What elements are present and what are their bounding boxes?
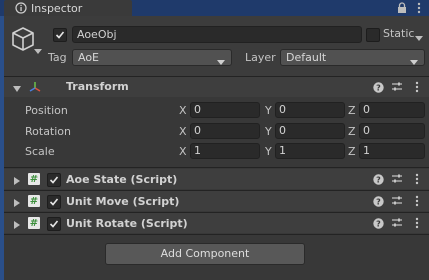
add-component-button[interactable]: Add Component (105, 243, 305, 265)
transform-title: Transform (66, 80, 129, 93)
component-enabled-checkbox[interactable] (47, 173, 61, 187)
scale-x-field[interactable]: 1 (190, 143, 260, 159)
gameobject-cube-icon[interactable] (9, 25, 37, 53)
help-icon[interactable]: ? (372, 173, 384, 185)
rotation-x-axis-label[interactable]: X (179, 125, 187, 138)
foldout-collapsed-icon[interactable] (13, 197, 21, 207)
component-menu-icon[interactable] (411, 217, 423, 229)
position-y-axis-label[interactable]: Y (265, 104, 272, 117)
rotation-y-axis-label[interactable]: Y (265, 125, 272, 138)
foldout-expanded-icon[interactable] (13, 83, 21, 92)
object-name-input[interactable]: AoeObj (72, 26, 362, 43)
component-enabled-checkbox[interactable] (47, 217, 61, 231)
svg-text:?: ? (376, 175, 381, 184)
help-icon[interactable]: ? (372, 195, 384, 207)
rotation-y-field[interactable]: 0 (275, 123, 345, 139)
static-checkbox[interactable] (366, 28, 380, 42)
layer-value: Default (286, 51, 327, 64)
tab-title: Inspector (31, 1, 83, 15)
position-x-axis-label[interactable]: X (179, 104, 187, 117)
chevron-down-icon (410, 55, 418, 70)
component-title: Aoe State (Script) (66, 173, 178, 186)
position-y-field[interactable]: 0 (275, 102, 345, 118)
lock-icon[interactable] (395, 1, 409, 15)
component-menu-icon[interactable] (411, 195, 423, 207)
component-enabled-checkbox[interactable] (47, 195, 61, 209)
info-icon (15, 2, 27, 14)
foldout-collapsed-icon[interactable] (13, 175, 21, 185)
scale-y-axis-label[interactable]: Y (265, 145, 272, 158)
presets-sliders-icon[interactable] (391, 81, 403, 93)
rotation-x-field[interactable]: 0 (190, 123, 260, 139)
rotation-label: Rotation (25, 125, 72, 138)
tag-value: AoE (78, 51, 100, 64)
component-menu-icon[interactable] (411, 81, 423, 93)
scale-z-field[interactable]: 1 (359, 143, 425, 159)
layer-label: Layer (245, 51, 276, 64)
position-z-axis-label[interactable]: Z (348, 104, 356, 117)
static-label: Static (383, 27, 415, 40)
scale-z-axis-label[interactable]: Z (348, 145, 356, 158)
svg-text:?: ? (376, 219, 381, 228)
component-menu-icon[interactable] (411, 173, 423, 185)
rotation-z-axis-label[interactable]: Z (348, 125, 356, 138)
csharp-script-icon: # (28, 173, 40, 185)
presets-sliders-icon[interactable] (391, 195, 403, 207)
scale-x-axis-label[interactable]: X (179, 145, 187, 158)
rotation-z-field[interactable]: 0 (359, 123, 425, 139)
scale-y-field[interactable]: 1 (275, 143, 345, 159)
presets-sliders-icon[interactable] (391, 217, 403, 229)
divider (4, 167, 429, 168)
position-z-field[interactable]: 0 (359, 102, 425, 118)
svg-text:?: ? (376, 83, 381, 92)
position-x-field[interactable]: 0 (190, 102, 260, 118)
csharp-script-icon: # (28, 217, 40, 229)
component-title: Unit Rotate (Script) (66, 217, 188, 230)
help-icon[interactable]: ? (372, 217, 384, 229)
presets-sliders-icon[interactable] (391, 173, 403, 185)
csharp-script-icon: # (28, 195, 40, 207)
tag-label: Tag (48, 51, 67, 64)
svg-text:?: ? (376, 197, 381, 206)
window-tab-bar: Inspector (0, 0, 429, 16)
tab-inspector[interactable]: Inspector (4, 0, 132, 16)
tag-dropdown[interactable]: AoE (72, 49, 232, 66)
help-icon[interactable]: ? (372, 81, 384, 93)
scale-label: Scale (25, 145, 55, 158)
layer-dropdown[interactable]: Default (280, 49, 425, 66)
transform-axes-icon (29, 81, 41, 93)
component-title: Unit Move (Script) (66, 195, 180, 208)
divider (4, 234, 429, 235)
static-dropdown-arrow-icon[interactable] (415, 32, 423, 45)
chevron-down-icon (217, 55, 225, 70)
kebab-menu-icon[interactable] (413, 1, 425, 15)
active-checkbox[interactable] (53, 28, 67, 42)
position-label: Position (25, 104, 68, 117)
icon-dropdown-arrow-icon[interactable] (34, 45, 42, 54)
foldout-collapsed-icon[interactable] (13, 219, 21, 229)
